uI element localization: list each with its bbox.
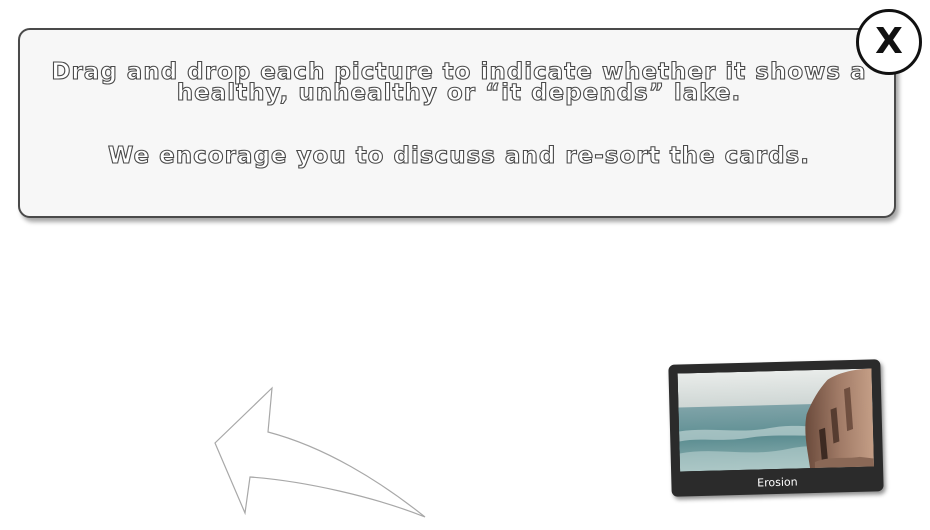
instruction-panel: Drag and drop each picture to indicate w…: [18, 28, 896, 218]
close-button[interactable]: X: [856, 9, 922, 75]
card-photo: [677, 368, 875, 472]
draggable-card[interactable]: Erosion: [668, 359, 884, 497]
card-label: Erosion: [757, 475, 798, 490]
instruction-text-primary: Drag and drop each picture to indicate w…: [51, 59, 867, 106]
instruction-text-secondary: We encorage you to discuss and re-sort t…: [107, 143, 810, 169]
rocky-shoreline-photo: [677, 368, 875, 472]
curved-arrow-icon: [214, 386, 426, 518]
activity-stage: Drag and drop each picture to indicate w…: [0, 0, 930, 530]
close-icon: X: [875, 21, 903, 62]
